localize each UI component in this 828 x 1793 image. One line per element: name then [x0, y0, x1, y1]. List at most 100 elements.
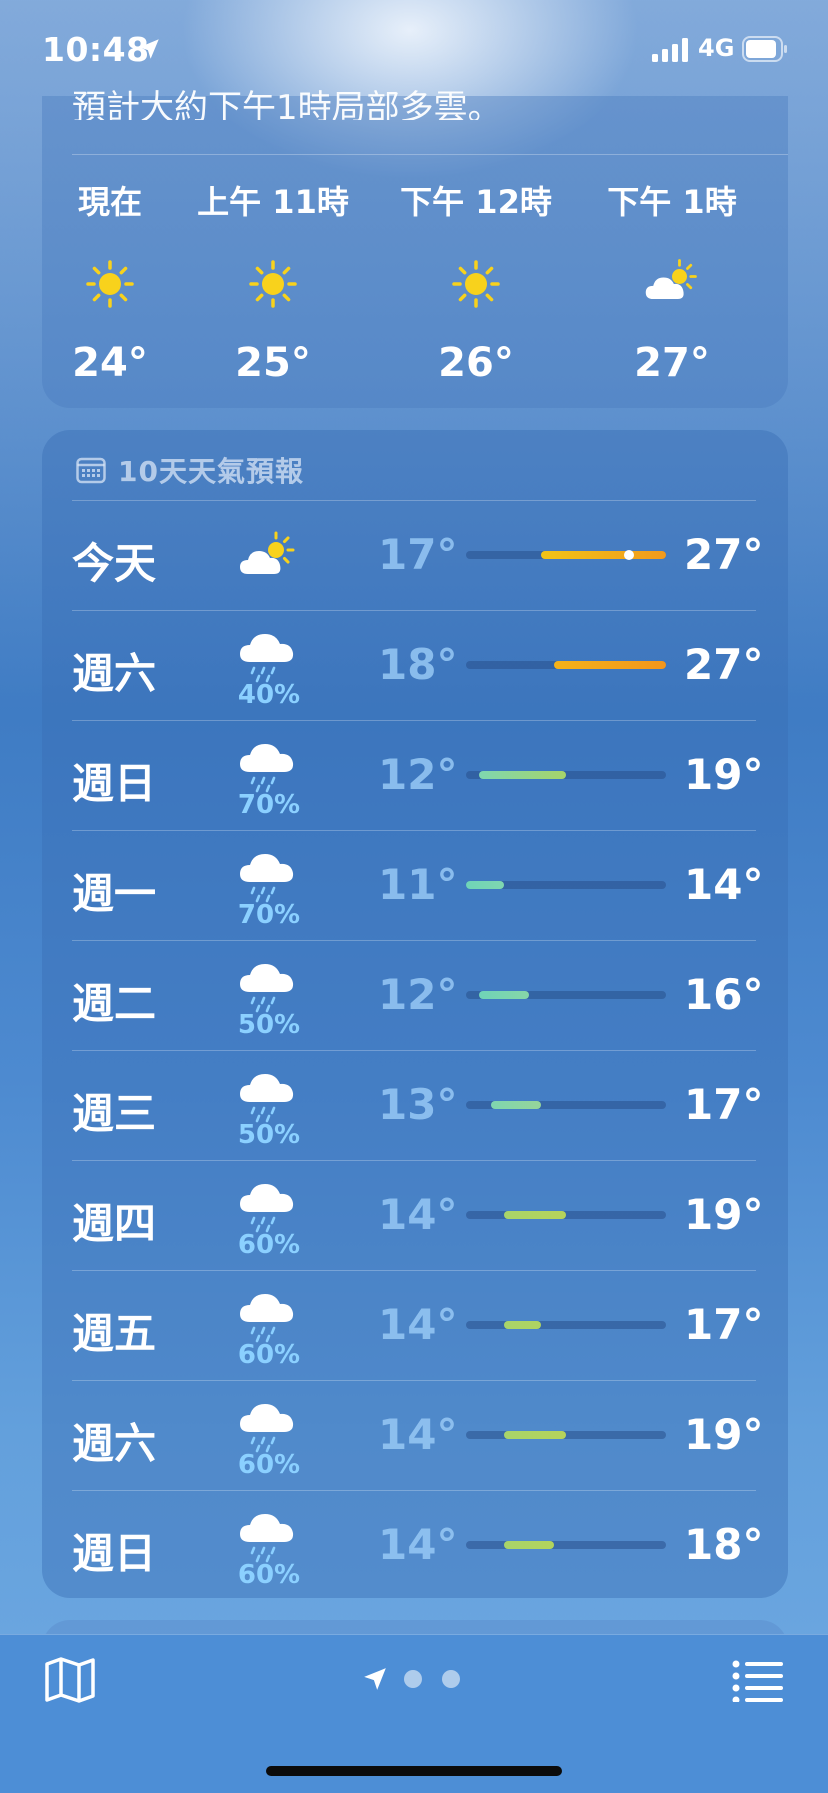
precip-chance: 50%	[237, 1010, 301, 1040]
forecast-day-row[interactable]: 週四 60% 14° 19°	[0, 1160, 828, 1270]
forecast-day-row[interactable]: 週日 70% 12° 19°	[0, 720, 828, 830]
low-temp: 14°	[378, 1410, 458, 1459]
hour-label: 現在	[77, 183, 142, 221]
day-label: 週六	[72, 1419, 157, 1468]
temp-range-fill	[478, 771, 566, 779]
temp-range-fill	[541, 551, 666, 559]
low-temp: 11°	[378, 860, 458, 909]
low-temp: 14°	[378, 1520, 458, 1569]
hour-label: 上午 11時	[197, 183, 349, 221]
hour-label: 下午 1時	[607, 183, 737, 221]
high-temp: 14°	[684, 860, 764, 909]
home-indicator[interactable]	[266, 1766, 562, 1776]
precip-chance: 60%	[237, 1340, 301, 1370]
hourly-item: 現在 24°	[20, 180, 200, 386]
forecast-day-row[interactable]: 週五 60% 14° 17°	[0, 1270, 828, 1380]
hourly-item: 上午 11時 25°	[183, 180, 363, 386]
day-label: 週三	[72, 1089, 157, 1138]
location-arrow-icon	[139, 39, 159, 59]
day-label: 週日	[72, 759, 157, 808]
temp-range-track	[466, 771, 666, 779]
high-temp: 19°	[684, 750, 764, 799]
status-time: 10:48	[42, 30, 150, 69]
day-label: 週二	[72, 979, 157, 1028]
high-temp: 17°	[684, 1300, 764, 1349]
forecast-day-row[interactable]: 週二 50% 12° 16°	[0, 940, 828, 1050]
temp-range-track	[466, 661, 666, 669]
page-dot[interactable]	[442, 1670, 460, 1688]
divider	[72, 154, 788, 155]
sun-icon	[249, 260, 297, 308]
rain-icon	[240, 1404, 294, 1453]
temp-range-fill	[503, 1321, 541, 1329]
partly-cloudy-icon	[240, 531, 295, 574]
page-indicator[interactable]	[362, 1666, 480, 1692]
temp-range-track	[466, 1101, 666, 1109]
rain-icon	[240, 634, 294, 683]
sun-icon	[86, 260, 134, 308]
hour-temp: 24°	[72, 340, 148, 386]
temp-range-fill	[553, 661, 666, 669]
rain-icon	[240, 1184, 294, 1233]
forecast-day-row[interactable]: 週日 60% 14° 18°	[0, 1490, 828, 1600]
map-icon[interactable]	[44, 1656, 96, 1704]
forecast-day-row[interactable]: 週一 70% 11° 14°	[0, 830, 828, 940]
temp-range-track	[466, 1321, 666, 1329]
weather-summary: 預計大約下午1時局部多雲。	[72, 88, 502, 120]
precip-chance: 40%	[237, 680, 301, 710]
forecast-day-row[interactable]: 週六 40% 18° 27°	[0, 610, 828, 720]
temp-range-fill	[503, 1211, 566, 1219]
low-temp: 12°	[378, 970, 458, 1019]
rain-icon	[240, 1294, 294, 1343]
rain-icon	[240, 964, 294, 1013]
day-label: 週日	[72, 1529, 157, 1578]
cellular-signal-icon	[652, 38, 688, 62]
battery-icon	[742, 36, 787, 62]
high-temp: 19°	[684, 1190, 764, 1239]
rain-icon	[240, 1514, 294, 1563]
hour-temp: 25°	[235, 340, 311, 386]
temp-range-track	[466, 550, 666, 560]
list-icon[interactable]	[732, 1660, 784, 1702]
high-temp: 27°	[684, 530, 764, 579]
precip-chance: 60%	[237, 1560, 301, 1590]
precip-chance: 70%	[237, 900, 301, 930]
temp-range-track	[466, 1431, 666, 1439]
hourly-item: 下午 12時 26°	[386, 180, 566, 386]
temp-range-fill	[503, 1541, 554, 1549]
hour-temp: 26°	[438, 340, 514, 386]
day-label: 今天	[72, 539, 157, 588]
rain-icon	[240, 854, 294, 903]
hour-label: 下午 12時	[400, 183, 552, 221]
rain-icon	[240, 744, 294, 793]
rain-icon	[240, 1074, 294, 1123]
low-temp: 12°	[378, 750, 458, 799]
hourly-item: 下午 1時 27°	[582, 180, 762, 386]
forecast-title: 10天天氣預報	[118, 455, 304, 488]
day-label: 週一	[72, 869, 157, 918]
temp-range-track	[466, 881, 666, 889]
low-temp: 14°	[378, 1300, 458, 1349]
forecast-day-row[interactable]: 週三 50% 13° 17°	[0, 1050, 828, 1160]
temp-range-fill	[491, 1101, 541, 1109]
precip-chance: 60%	[237, 1450, 301, 1480]
high-temp: 17°	[684, 1080, 764, 1129]
precip-chance: 70%	[237, 790, 301, 820]
high-temp: 16°	[684, 970, 764, 1019]
day-label: 週五	[72, 1309, 157, 1358]
hour-temp: 27°	[634, 340, 710, 386]
low-temp: 13°	[378, 1080, 458, 1129]
page-dot[interactable]	[404, 1670, 422, 1688]
temp-range-track	[466, 991, 666, 999]
forecast-day-row[interactable]: 週六 60% 14° 19°	[0, 1380, 828, 1490]
partly-cloudy-icon	[645, 259, 697, 299]
high-temp: 18°	[684, 1520, 764, 1569]
temp-range-fill	[478, 991, 529, 999]
current-location-icon	[364, 1668, 386, 1690]
temp-range-fill	[466, 881, 504, 889]
day-label: 週六	[72, 649, 157, 698]
forecast-day-row[interactable]: 今天 17° 27°	[0, 500, 828, 610]
forecast-header: 10天天氣預報	[76, 450, 304, 490]
low-temp: 18°	[378, 640, 458, 689]
precip-chance: 60%	[237, 1230, 301, 1260]
